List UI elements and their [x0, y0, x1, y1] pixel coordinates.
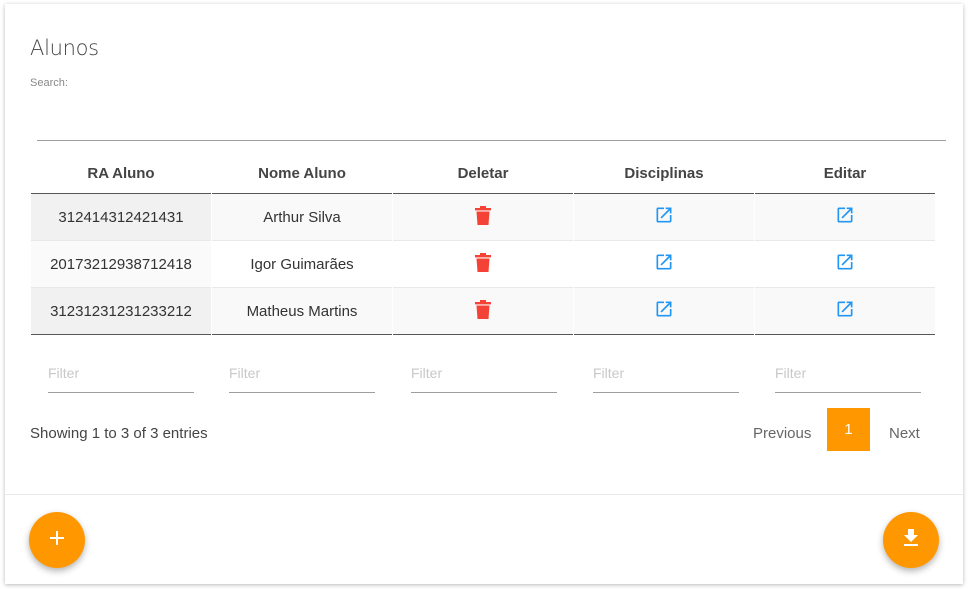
- filter-input-ra[interactable]: [48, 354, 194, 393]
- cell-nome: Matheus Martins: [212, 288, 392, 335]
- open-in-new-icon[interactable]: [654, 299, 674, 323]
- cell-nome: Igor Guimarães: [212, 241, 392, 288]
- open-in-new-icon[interactable]: [835, 252, 855, 276]
- table-header-row: RA Aluno Nome Aluno Deletar Disciplinas …: [31, 153, 935, 194]
- column-header-disciplinas[interactable]: Disciplinas: [574, 153, 754, 194]
- open-in-new-icon[interactable]: [654, 252, 674, 276]
- open-in-new-icon[interactable]: [654, 205, 674, 229]
- cell-disciplinas: [574, 241, 754, 288]
- cell-editar: [755, 241, 935, 288]
- column-header-deletar[interactable]: Deletar: [393, 153, 573, 194]
- search-input[interactable]: [37, 120, 946, 141]
- cell-nome: Arthur Silva: [212, 194, 392, 241]
- pagination-next[interactable]: Next: [889, 425, 920, 442]
- students-table: RA Aluno Nome Aluno Deletar Disciplinas …: [30, 153, 936, 335]
- table-row: 312414312421431 Arthur Silva: [31, 194, 935, 241]
- cell-ra: 31231231231233212: [31, 288, 211, 335]
- card: Alunos Search: RA Aluno Nome Aluno Delet…: [5, 4, 963, 584]
- cell-deletar: [393, 288, 573, 335]
- trash-icon[interactable]: [475, 205, 491, 229]
- trash-icon[interactable]: [475, 299, 491, 323]
- add-student-button[interactable]: [29, 512, 85, 568]
- filter-input-deletar[interactable]: [411, 354, 557, 393]
- cell-ra: 20173212938712418: [31, 241, 211, 288]
- filter-input-nome[interactable]: [229, 354, 375, 393]
- cell-disciplinas: [574, 194, 754, 241]
- open-in-new-icon[interactable]: [835, 299, 855, 323]
- cell-ra: 312414312421431: [31, 194, 211, 241]
- cell-editar: [755, 288, 935, 335]
- page-title: Alunos: [30, 36, 99, 60]
- pagination-previous[interactable]: Previous: [753, 425, 811, 442]
- filter-input-editar[interactable]: [775, 354, 921, 393]
- plus-icon: [49, 530, 65, 551]
- download-button[interactable]: [883, 512, 939, 568]
- pagination-page-1[interactable]: 1: [827, 408, 870, 451]
- cell-disciplinas: [574, 288, 754, 335]
- divider: [5, 494, 963, 495]
- trash-icon[interactable]: [475, 252, 491, 276]
- column-header-ra[interactable]: RA Aluno: [31, 153, 211, 194]
- cell-deletar: [393, 194, 573, 241]
- filter-input-disciplinas[interactable]: [593, 354, 739, 393]
- cell-deletar: [393, 241, 573, 288]
- cell-editar: [755, 194, 935, 241]
- table-row: 20173212938712418 Igor Guimarães: [31, 241, 935, 288]
- entries-info: Showing 1 to 3 of 3 entries: [30, 425, 208, 442]
- table-row: 31231231231233212 Matheus Martins: [31, 288, 935, 335]
- open-in-new-icon[interactable]: [835, 205, 855, 229]
- search-label: Search:: [30, 77, 68, 89]
- column-header-nome[interactable]: Nome Aluno: [212, 153, 392, 194]
- download-icon: [903, 528, 919, 552]
- column-header-editar[interactable]: Editar: [755, 153, 935, 194]
